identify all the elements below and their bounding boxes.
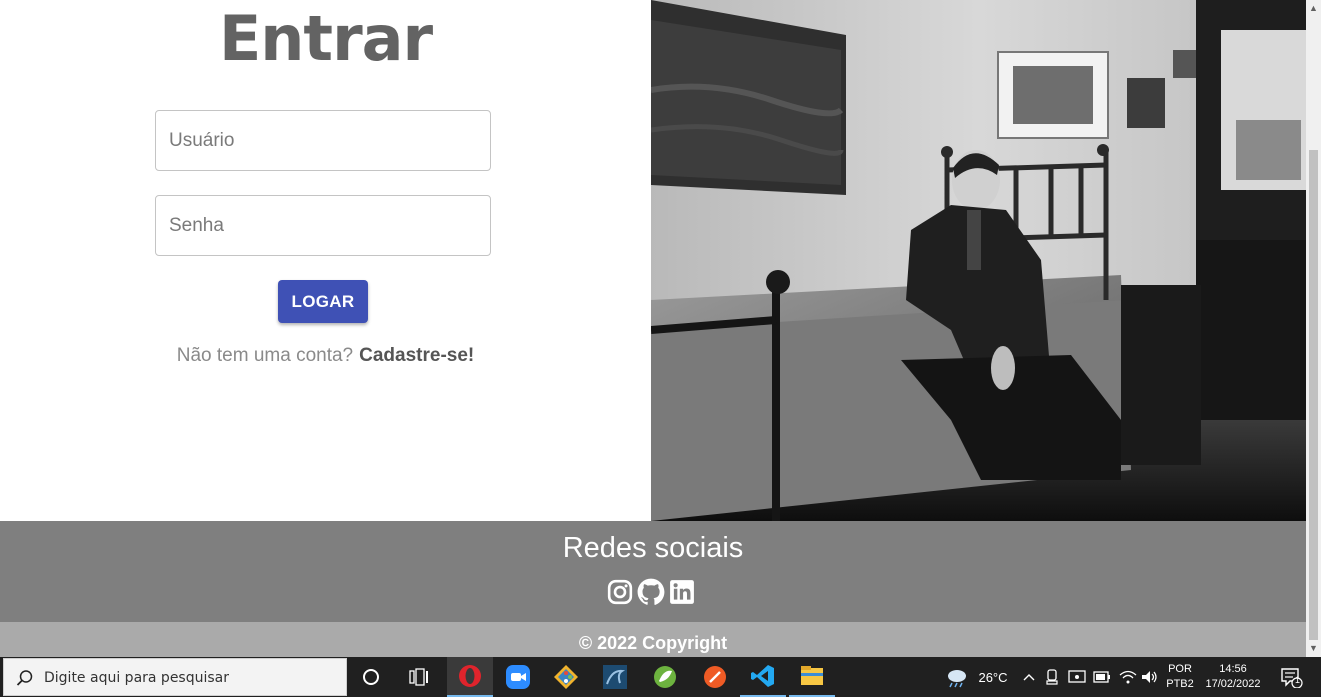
social-icons (606, 577, 696, 607)
taskbar-search-box[interactable]: Digite aqui para pesquisar (3, 658, 347, 696)
browser-viewport: Entrar LOGAR Não tem uma conta?Cadastre-… (0, 0, 1306, 657)
notification-count: 1 (1295, 675, 1301, 685)
clock-time: 14:56 (1219, 663, 1247, 675)
linkedin-icon[interactable] (668, 577, 696, 607)
git-icon[interactable] (543, 657, 589, 697)
vscode-icon[interactable] (740, 657, 786, 697)
clock-date: 17/02/2022 (1205, 678, 1261, 690)
signup-link[interactable]: Cadastre-se! (359, 345, 474, 366)
screen-project-icon[interactable] (1066, 657, 1088, 697)
weather-cloud-icon[interactable] (944, 657, 970, 697)
task-view-icon[interactable] (396, 657, 442, 697)
hero-photo-image (651, 0, 1306, 521)
postman-icon[interactable] (692, 657, 738, 697)
page-title: Entrar (218, 2, 433, 75)
password-field[interactable] (155, 195, 491, 256)
username-field[interactable] (155, 110, 491, 171)
meet-now-icon[interactable] (1042, 657, 1062, 697)
input-language[interactable]: POR PTB2 (1163, 657, 1197, 697)
vertical-scrollbar[interactable]: ▲ ▼ (1306, 0, 1321, 657)
battery-icon[interactable] (1092, 657, 1112, 697)
login-button[interactable]: LOGAR (278, 280, 368, 323)
spring-tools-icon[interactable] (642, 657, 688, 697)
zoom-icon[interactable] (495, 657, 541, 697)
github-icon[interactable] (637, 577, 665, 607)
cortana-icon[interactable] (348, 657, 394, 697)
signup-row: Não tem uma conta? Cadastre-se! (0, 345, 651, 367)
windows-taskbar: Digite aqui para pesquisar 26°C POR PTB2… (0, 657, 1321, 697)
language-code: POR (1168, 663, 1192, 675)
keyboard-layout: PTB2 (1166, 678, 1194, 690)
instagram-icon[interactable] (606, 577, 634, 607)
file-explorer-icon[interactable] (789, 657, 835, 697)
scroll-down-arrow-icon[interactable]: ▼ (1306, 640, 1321, 657)
hero-photo (651, 0, 1306, 521)
clock[interactable]: 14:56 17/02/2022 (1200, 657, 1266, 697)
signup-prompt: Não tem uma conta? (176, 345, 354, 366)
mysql-workbench-icon[interactable] (592, 657, 638, 697)
weather-temperature[interactable]: 26°C (974, 657, 1012, 697)
login-panel: Entrar LOGAR Não tem uma conta?Cadastre-… (0, 0, 651, 521)
show-hidden-icons-chevron-icon[interactable] (1020, 657, 1038, 697)
copyright-text: © 2022 Copyright (578, 633, 728, 653)
username-input[interactable] (156, 111, 490, 170)
password-input[interactable] (156, 196, 490, 255)
scroll-up-arrow-icon[interactable]: ▲ (1306, 0, 1321, 17)
search-icon (16, 670, 33, 686)
wifi-icon[interactable] (1118, 657, 1138, 697)
taskbar-search-placeholder: Digite aqui para pesquisar (44, 670, 230, 686)
copyright-bar: © 2022 Copyright (0, 622, 1306, 657)
social-title: Redes sociais (562, 532, 744, 564)
social-footer: Redes sociais (0, 521, 1306, 622)
opera-icon[interactable] (447, 657, 493, 697)
notification-center-icon[interactable]: 1 (1276, 657, 1306, 697)
scroll-thumb[interactable] (1309, 150, 1318, 640)
volume-icon[interactable] (1140, 657, 1160, 697)
